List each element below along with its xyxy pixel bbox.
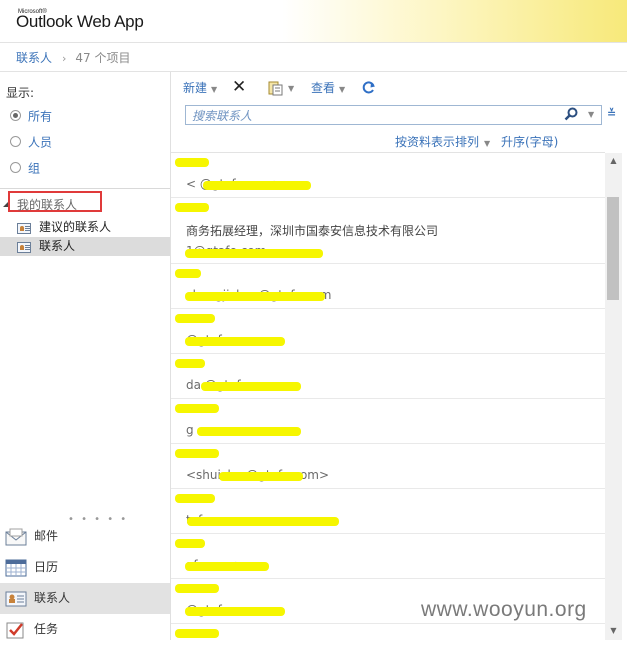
contact-list[interactable]: < @gtafe.com> 商务拓展经理，深圳市国泰安信息技术有限公司 1@gt… xyxy=(171,153,605,640)
new-button[interactable]: 新建 ▼ xyxy=(183,79,217,97)
arrange-by-label: 按资料表示排列 xyxy=(395,135,480,149)
filter-people-label[interactable]: 人员 xyxy=(28,136,52,150)
scrollbar-thumb[interactable] xyxy=(607,197,619,300)
app-logo-text[interactable]: Outlook Web App xyxy=(16,12,144,32)
contact-card-icon xyxy=(17,223,31,234)
redaction-mark xyxy=(185,337,285,346)
redaction-mark xyxy=(175,203,209,212)
module-calendar[interactable]: 日历 xyxy=(0,552,170,583)
chevron-down-icon: ▼ xyxy=(288,84,295,93)
module-tasks[interactable]: 任务 xyxy=(0,614,170,645)
filter-people[interactable]: 人员 xyxy=(10,133,52,151)
contact-row[interactable]: < @gtafe.com> xyxy=(171,153,605,198)
folder-contacts[interactable]: 联系人 xyxy=(0,237,170,256)
watermark: www.wooyun.org xyxy=(421,598,587,621)
move-copy-button[interactable]: ▼ xyxy=(268,78,294,96)
module-label: 任务 xyxy=(34,622,59,636)
redaction-mark xyxy=(185,249,323,258)
redaction-mark xyxy=(175,494,215,503)
breadcrumb: 联系人 › 47 个项目 xyxy=(16,49,131,67)
my-contacts-header[interactable]: 我的联系人 xyxy=(17,196,77,213)
view-button-label: 查看 xyxy=(311,81,336,95)
search-icon[interactable] xyxy=(563,106,579,126)
redaction-mark xyxy=(185,292,325,301)
redaction-mark xyxy=(187,517,339,526)
redaction-mark xyxy=(175,449,219,458)
move-to-folder-icon xyxy=(268,81,283,95)
filter-groups-label[interactable]: 组 xyxy=(28,162,40,176)
view-button[interactable]: 查看 ▼ xyxy=(311,79,345,97)
contact-row[interactable]: @gtafe.com xyxy=(171,309,605,354)
show-filter-label: 显示: xyxy=(6,86,35,100)
contact-row[interactable]: <shuiche @gtafe.com> xyxy=(171,444,605,489)
item-count: 47 个项目 xyxy=(75,51,131,65)
redaction-mark xyxy=(197,427,301,436)
radio-button[interactable] xyxy=(10,162,21,173)
filter-groups[interactable]: 组 xyxy=(10,159,40,177)
module-label: 邮件 xyxy=(34,529,59,543)
redaction-mark xyxy=(185,562,269,571)
redaction-mark xyxy=(175,539,205,548)
module-contacts[interactable]: 联系人 xyxy=(0,583,170,614)
contact-row[interactable]: afe.com> xyxy=(171,534,605,579)
redaction-mark xyxy=(201,382,301,391)
contact-row[interactable]: chengjichen@gtafe.com xyxy=(171,264,605,309)
redaction-mark xyxy=(175,314,215,323)
breadcrumb-divider xyxy=(0,71,627,72)
folder-label: 建议的联系人 xyxy=(39,220,112,234)
expand-search-icon[interactable]: ≚ xyxy=(607,107,616,120)
redaction-mark xyxy=(175,158,209,167)
redaction-mark xyxy=(175,629,219,638)
contact-title: 商务拓展经理，深圳市国泰安信息技术有限公司 xyxy=(186,224,439,238)
nav-divider xyxy=(0,188,170,189)
module-label: 日历 xyxy=(34,560,59,574)
radio-button[interactable] xyxy=(10,110,21,121)
scroll-up-arrow-icon[interactable]: ▲ xyxy=(605,153,622,168)
redaction-mark xyxy=(175,404,219,413)
contact-row[interactable]: g .com xyxy=(171,399,605,444)
contact-card-icon xyxy=(17,242,31,253)
radio-button[interactable] xyxy=(10,136,21,147)
app-header: Microsoft® Outlook Web App xyxy=(0,0,627,42)
filter-all-label[interactable]: 所有 xyxy=(28,110,52,124)
contact-row[interactable]: 商务拓展经理，深圳市国泰安信息技术有限公司 1@gtafe.com xyxy=(171,198,605,264)
scroll-down-arrow-icon[interactable]: ▼ xyxy=(605,623,622,638)
sort-order-toggle[interactable]: 升序(字母) xyxy=(501,133,558,150)
module-label: 联系人 xyxy=(34,591,71,605)
folder-label: 联系人 xyxy=(39,239,76,253)
redaction-mark xyxy=(219,472,303,481)
arrange-by-menu[interactable]: 按资料表示排列 ▼ xyxy=(395,133,490,150)
redaction-mark xyxy=(175,269,201,278)
contact-row[interactable]: da @gtafe.com xyxy=(171,354,605,399)
contact-row[interactable] xyxy=(171,624,605,640)
folder-suggested-contacts[interactable]: 建议的联系人 xyxy=(0,218,170,237)
search-box[interactable] xyxy=(185,105,602,125)
redaction-mark xyxy=(203,181,311,190)
search-input[interactable] xyxy=(190,107,564,125)
breadcrumb-folder[interactable]: 联系人 xyxy=(16,51,52,65)
chevron-down-icon: ▼ xyxy=(211,85,218,94)
redaction-mark xyxy=(185,607,285,616)
redaction-mark xyxy=(175,359,205,368)
new-button-label: 新建 xyxy=(183,81,208,95)
module-mail[interactable]: 邮件 xyxy=(0,521,170,552)
tasks-icon xyxy=(5,620,27,651)
refresh-icon[interactable] xyxy=(361,80,376,98)
filter-all[interactable]: 所有 xyxy=(10,107,52,125)
chevron-down-icon: ▼ xyxy=(339,85,346,94)
redaction-mark xyxy=(175,584,219,593)
breadcrumb-separator: › xyxy=(62,52,67,65)
contact-row[interactable]: tafe.com xyxy=(171,489,605,534)
header-divider xyxy=(0,42,627,43)
chevron-down-icon: ▼ xyxy=(484,139,491,148)
delete-icon[interactable]: ✕ xyxy=(232,77,246,97)
search-options-chevron-icon[interactable]: ▼ xyxy=(588,110,594,119)
